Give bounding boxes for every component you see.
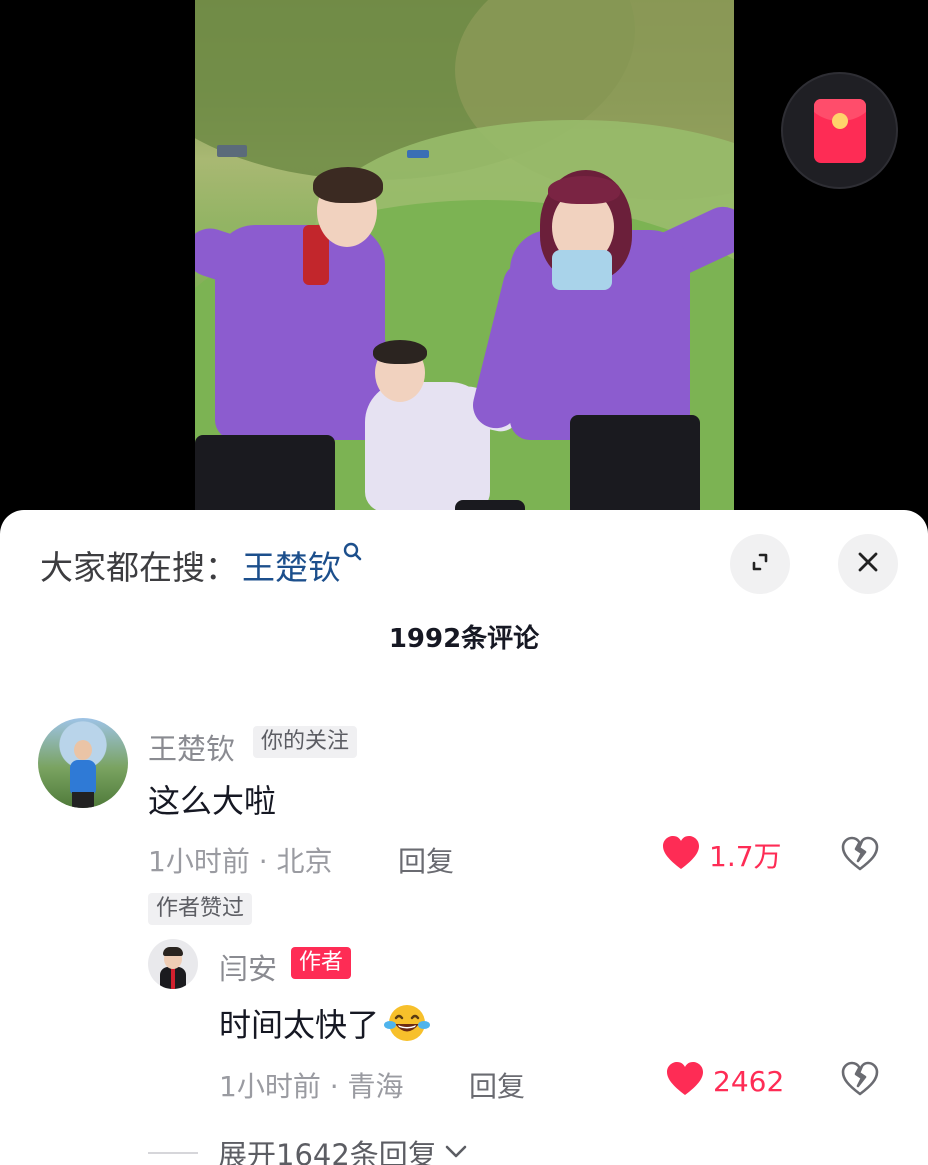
- trending-search[interactable]: 大家都在搜： 王楚钦: [40, 540, 363, 590]
- author-badge: 作者: [291, 947, 352, 979]
- red-packet-button[interactable]: [781, 72, 898, 189]
- like-button[interactable]: 2462: [665, 1061, 784, 1101]
- reply-button[interactable]: 回复: [398, 840, 454, 880]
- trending-search-term[interactable]: 王楚钦: [242, 541, 341, 589]
- following-badge: 你的关注: [253, 726, 358, 758]
- search-icon: [343, 542, 363, 569]
- chevron-down-icon: [443, 1141, 469, 1165]
- close-icon: [854, 548, 882, 580]
- close-button[interactable]: [838, 534, 898, 594]
- avatar[interactable]: [148, 939, 198, 989]
- comment-sheet: 大家都在搜： 王楚钦 1992条评论 王楚钦 你的关注 这么大啦 1小时前 · …: [0, 510, 928, 1165]
- trending-search-prefix: 大家都在搜：: [40, 548, 238, 587]
- reply-button[interactable]: 回复: [469, 1065, 525, 1105]
- video-frame[interactable]: [195, 0, 734, 530]
- fullscreen-button[interactable]: [730, 534, 790, 594]
- dislike-button[interactable]: [840, 836, 880, 876]
- reply-time-location: 1小时前 · 青海: [219, 1070, 404, 1103]
- like-count: 2462: [713, 1064, 785, 1098]
- video-tent: [407, 150, 429, 158]
- divider: [148, 1152, 198, 1154]
- comment-username[interactable]: 王楚钦: [148, 726, 235, 768]
- video-tent: [217, 145, 247, 157]
- red-packet-icon: [813, 98, 866, 163]
- expand-replies-label: 展开1642条回复: [218, 1138, 437, 1165]
- reply-username[interactable]: 闫安: [219, 946, 277, 988]
- fullscreen-icon: [745, 547, 775, 581]
- broken-heart-icon: [840, 836, 880, 876]
- avatar[interactable]: [38, 718, 128, 808]
- heart-icon: [665, 1061, 705, 1101]
- dislike-button[interactable]: [840, 1061, 880, 1101]
- heart-icon: [661, 835, 701, 875]
- laughing-crying-emoji-icon: [383, 1003, 431, 1043]
- broken-heart-icon: [840, 1061, 880, 1101]
- comment-count: 1992条评论: [388, 624, 540, 654]
- video-person-woman: [468, 170, 734, 530]
- video-player[interactable]: [0, 0, 928, 530]
- like-button[interactable]: 1.7万: [661, 835, 782, 875]
- comment-time-location: 1小时前 · 北京: [148, 845, 333, 878]
- like-count: 1.7万: [709, 840, 782, 873]
- reply-text-row: 时间太快了: [219, 1000, 431, 1046]
- expand-replies-button[interactable]: 展开1642条回复: [148, 1132, 469, 1165]
- author-liked-badge: 作者赞过: [148, 893, 253, 925]
- reply-text: 时间太快了: [219, 1006, 380, 1044]
- comment-text: 这么大啦: [148, 782, 277, 820]
